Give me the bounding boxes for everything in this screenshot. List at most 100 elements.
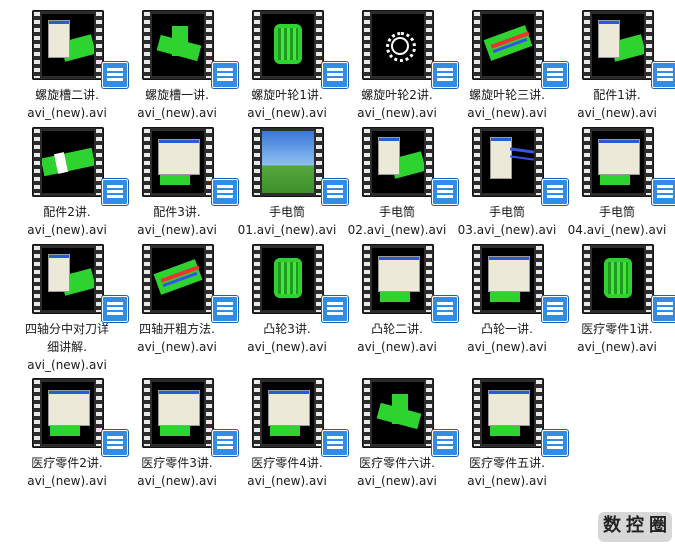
video-preview-frame xyxy=(372,382,424,444)
video-thumbnail[interactable] xyxy=(472,378,568,456)
video-preview-frame xyxy=(42,131,94,193)
video-thumbnail[interactable] xyxy=(32,127,128,205)
video-thumbnail[interactable] xyxy=(472,127,568,205)
file-name-label: 医疗零件六讲. avi_(new).avi xyxy=(357,456,437,488)
video-thumbnail[interactable] xyxy=(472,10,568,88)
film-strip-icon xyxy=(472,127,544,197)
film-strip-icon xyxy=(362,10,434,80)
video-thumbnail[interactable] xyxy=(252,127,348,205)
film-strip-icon xyxy=(472,10,544,80)
video-thumbnail[interactable] xyxy=(472,244,568,322)
video-thumbnail[interactable] xyxy=(362,378,458,456)
file-name-label: 螺旋叶轮三讲. avi_(new).avi xyxy=(467,88,547,120)
file-name-label: 医疗零件1讲. avi_(new).avi xyxy=(577,322,657,354)
film-strip-icon xyxy=(252,127,324,197)
video-thumbnail[interactable] xyxy=(582,244,675,322)
media-player-icon xyxy=(212,296,238,322)
film-strip-icon xyxy=(142,10,214,80)
video-thumbnail[interactable] xyxy=(142,244,238,322)
video-thumbnail[interactable] xyxy=(142,127,238,205)
file-name-label: 医疗零件3讲. avi_(new).avi xyxy=(137,456,217,488)
media-player-icon xyxy=(102,62,128,88)
video-preview-frame xyxy=(42,248,94,310)
video-thumbnail[interactable] xyxy=(32,244,128,322)
media-player-icon xyxy=(102,296,128,322)
file-name-label: 凸轮一讲. avi_(new).avi xyxy=(467,322,547,354)
video-thumbnail[interactable] xyxy=(252,378,348,456)
media-player-icon xyxy=(432,179,458,205)
file-name-label: 螺旋槽二讲. avi_(new).avi xyxy=(27,88,107,120)
media-player-icon xyxy=(432,62,458,88)
film-strip-icon xyxy=(582,127,654,197)
file-name-label: 四轴开粗方法. avi_(new).avi xyxy=(137,322,217,354)
media-player-icon xyxy=(102,430,128,456)
media-player-icon xyxy=(542,179,568,205)
video-preview-frame xyxy=(482,248,534,310)
watermark-char-2: 控 xyxy=(626,515,644,536)
video-thumbnail[interactable] xyxy=(362,244,458,322)
file-name-label: 配件1讲. avi_(new).avi xyxy=(577,88,657,120)
media-player-icon xyxy=(432,430,458,456)
film-strip-icon xyxy=(582,10,654,80)
watermark-logo: 数 控 圈 xyxy=(598,512,672,542)
video-thumbnail[interactable] xyxy=(362,10,458,88)
file-name-label: 医疗零件4讲. avi_(new).avi xyxy=(247,456,327,488)
media-player-icon xyxy=(102,179,128,205)
media-player-icon xyxy=(322,179,348,205)
media-player-icon xyxy=(652,296,675,322)
film-strip-icon xyxy=(32,378,104,448)
media-player-icon xyxy=(542,430,568,456)
file-name-label: 配件2讲. avi_(new).avi xyxy=(27,205,107,237)
video-thumbnail[interactable] xyxy=(362,127,458,205)
film-strip-icon xyxy=(142,244,214,314)
video-preview-frame xyxy=(372,14,424,76)
film-strip-icon xyxy=(252,10,324,80)
film-strip-icon xyxy=(32,10,104,80)
media-player-icon xyxy=(652,62,675,88)
film-strip-icon xyxy=(142,378,214,448)
film-strip-icon xyxy=(252,244,324,314)
video-preview-frame xyxy=(482,382,534,444)
video-preview-frame xyxy=(482,131,534,193)
file-name-label: 手电筒 01.avi_(new).avi xyxy=(237,205,337,237)
file-name-label: 凸轮3讲. avi_(new).avi xyxy=(247,322,327,354)
file-grid: 螺旋槽二讲. avi_(new).avi 螺旋槽一讲. avi_(new).avi… xyxy=(0,0,675,544)
file-name-label: 手电筒 02.avi_(new).avi xyxy=(347,205,447,237)
media-player-icon xyxy=(212,179,238,205)
file-name-label: 螺旋叶轮2讲. avi_(new).avi xyxy=(357,88,437,120)
media-player-icon xyxy=(432,296,458,322)
watermark-char-1: 数 xyxy=(603,515,621,536)
file-name-label: 螺旋槽一讲. avi_(new).avi xyxy=(137,88,217,120)
film-strip-icon xyxy=(252,378,324,448)
video-preview-frame xyxy=(592,131,644,193)
video-thumbnail[interactable] xyxy=(582,127,675,205)
film-strip-icon xyxy=(472,378,544,448)
video-preview-frame xyxy=(262,248,314,310)
video-thumbnail[interactable] xyxy=(32,378,128,456)
video-thumbnail[interactable] xyxy=(32,10,128,88)
file-name-label: 凸轮二讲. avi_(new).avi xyxy=(357,322,437,354)
video-thumbnail[interactable] xyxy=(142,378,238,456)
film-strip-icon xyxy=(362,127,434,197)
media-player-icon xyxy=(322,62,348,88)
video-preview-frame xyxy=(592,248,644,310)
video-preview-frame xyxy=(152,14,204,76)
video-preview-frame xyxy=(372,131,424,193)
video-preview-frame xyxy=(262,14,314,76)
film-strip-icon xyxy=(472,244,544,314)
video-thumbnail[interactable] xyxy=(582,10,675,88)
video-thumbnail[interactable] xyxy=(252,10,348,88)
video-preview-frame xyxy=(482,14,534,76)
file-name-label: 四轴分中对刀详 细讲解. avi_(new).avi xyxy=(24,322,109,372)
video-preview-frame xyxy=(152,382,204,444)
film-strip-icon xyxy=(142,127,214,197)
media-player-icon xyxy=(542,62,568,88)
media-player-icon xyxy=(212,62,238,88)
media-player-icon xyxy=(322,430,348,456)
video-thumbnail[interactable] xyxy=(142,10,238,88)
video-preview-frame xyxy=(262,131,314,193)
file-name-label: 医疗零件2讲. avi_(new).avi xyxy=(27,456,107,488)
video-preview-frame xyxy=(262,382,314,444)
video-thumbnail[interactable] xyxy=(252,244,348,322)
file-name-label: 医疗零件五讲. avi_(new).avi xyxy=(467,456,547,488)
